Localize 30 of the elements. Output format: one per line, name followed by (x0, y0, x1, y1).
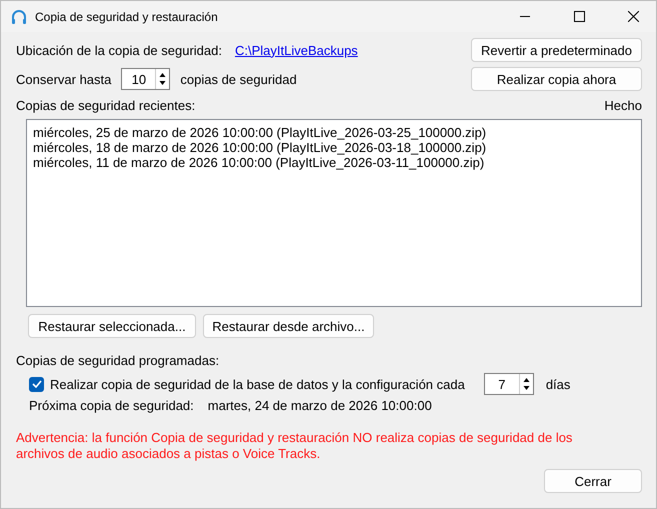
close-dialog-button[interactable]: Cerrar (544, 469, 642, 493)
recent-label: Copias de seguridad recientes: (16, 98, 196, 113)
headphones-icon (11, 8, 27, 24)
days-spinner[interactable]: 7 (484, 373, 534, 395)
schedule-checkbox-label[interactable]: Realizar copia de seguridad de la base de datos y la configuración cada (50, 376, 465, 392)
backup-now-button[interactable]: Realizar copia ahora (471, 67, 642, 91)
window-title: Copia de seguridad y restauración (35, 10, 219, 24)
backup-list-item[interactable]: miércoles, 11 de marzo de 2026 10:00:00 (PlayItLive_2026-03-11_100000.zip) (33, 155, 635, 170)
keep-suffix: copias de seguridad (180, 72, 297, 86)
days-suffix: días (546, 376, 570, 392)
backup-list-item[interactable]: miércoles, 18 de marzo de 2026 10:00:00 (PlayItLive_2026-03-18_100000.zip) (33, 140, 635, 155)
check-icon[interactable] (32, 380, 42, 388)
revert-button[interactable]: Revertir a predeterminado (471, 38, 642, 62)
next-backup-value: martes, 24 de marzo de 2026 10:00:00 (208, 398, 432, 413)
maximize-icon[interactable] (574, 11, 584, 22)
backup-list-item[interactable]: miércoles, 25 de marzo de 2026 10:00:00 (PlayItLive_2026-03-25_100000.zip) (33, 125, 635, 140)
restore-selected-button[interactable]: Restaurar seleccionada... (28, 314, 196, 338)
status-text: Hecho (604, 98, 642, 113)
next-backup-label: Próxima copia de seguridad: (29, 398, 194, 413)
location-link[interactable]: C:\PlayItLiveBackups (234, 42, 358, 58)
schedule-checkbox[interactable] (29, 376, 44, 392)
warning-text: Advertencia: la función Copia de seguridad y restauración NO realiza copias de seguridad de los archivos de audio asociados a pistas o Voice Tracks. (16, 430, 574, 462)
spin-arrows-icon[interactable] (522, 377, 530, 391)
keep-label: Conservar hasta (16, 72, 112, 86)
restore-file-button[interactable]: Restaurar desde archivo... (203, 314, 374, 338)
scheduled-label: Copias de seguridad programadas: (16, 353, 220, 368)
close-icon[interactable] (628, 11, 638, 22)
location-label: Ubicación de la copia de seguridad: (16, 42, 222, 58)
keep-spinner[interactable]: 10 (121, 68, 170, 90)
spin-arrows-icon[interactable] (159, 72, 166, 86)
